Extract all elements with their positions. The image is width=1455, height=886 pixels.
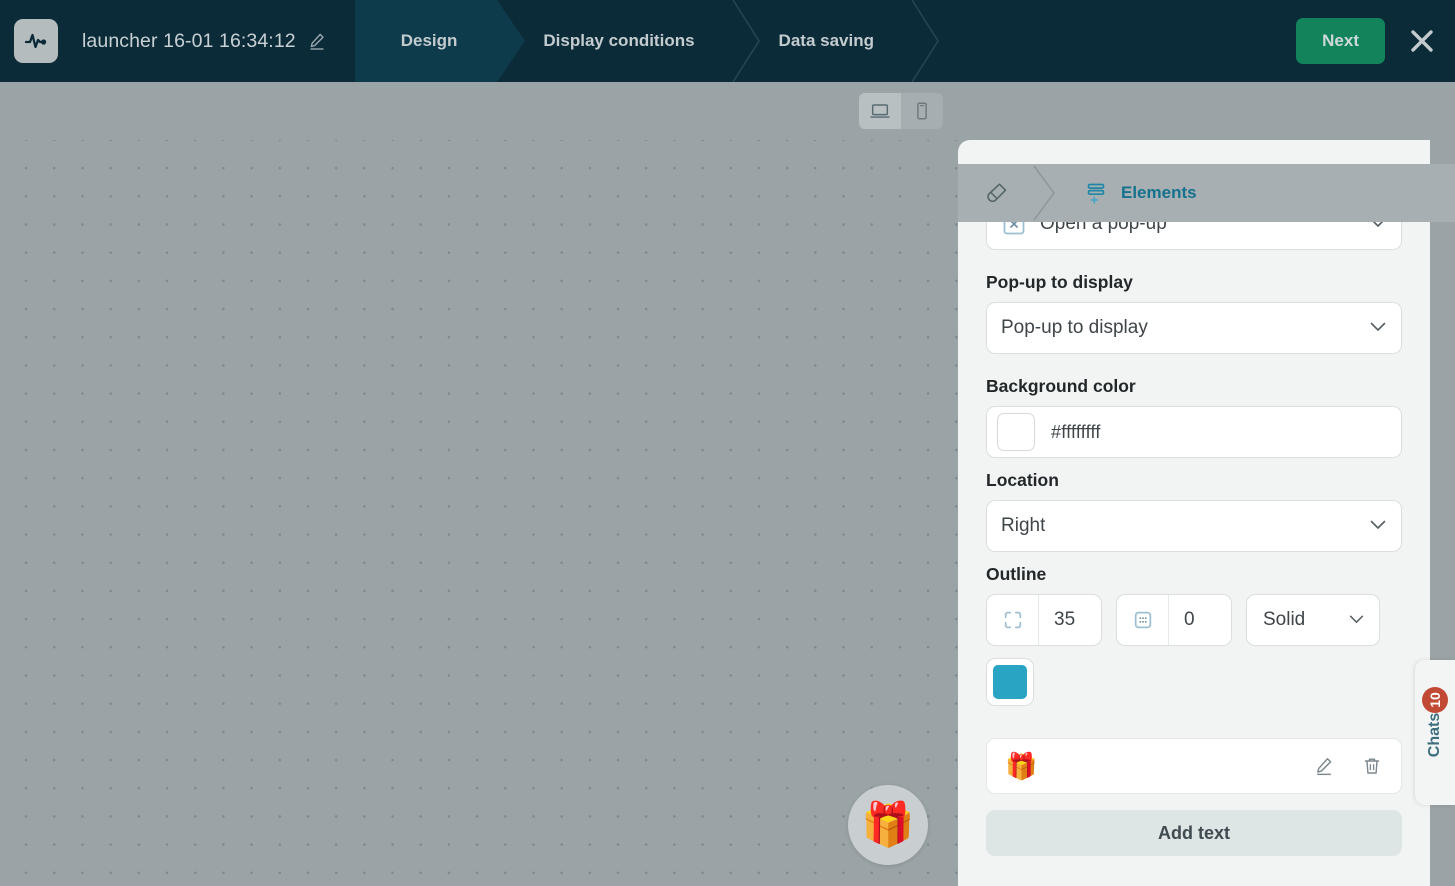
sub-toolbar: Elements [0, 82, 1455, 140]
tab-design-label: Design [401, 31, 458, 51]
delete-item-button[interactable] [1361, 755, 1383, 777]
tab-display-conditions-label: Display conditions [543, 31, 694, 51]
tab-data-saving[interactable]: Data saving [765, 0, 914, 82]
background-color-value[interactable]: #ffffffff [1051, 422, 1101, 443]
outline-width-value[interactable]: 0 [1169, 609, 1231, 631]
pencil-icon [307, 31, 327, 51]
design-canvas[interactable]: 🎁 [0, 140, 958, 886]
top-header: launcher 16-01 16:34:12 Design Display c… [0, 0, 1455, 82]
next-button[interactable]: Next [1296, 18, 1385, 64]
outline-radius-group: 35 [986, 594, 1102, 646]
chats-widget-tab[interactable]: 10 Chats [1415, 660, 1455, 805]
chevron-down-icon [1370, 319, 1386, 337]
tab-style[interactable] [958, 164, 1032, 222]
chats-widget-label: Chats [1426, 713, 1444, 757]
tab-display-conditions[interactable]: Display conditions [497, 0, 734, 82]
chevron-down-icon [1349, 611, 1364, 629]
edit-title-button[interactable] [307, 31, 327, 51]
tab-separator-2 [914, 0, 944, 82]
launcher-preview-button[interactable]: 🎁 [848, 785, 928, 865]
tab-elements[interactable]: Elements [1058, 164, 1219, 222]
brush-icon [984, 180, 1010, 206]
item-actions [1313, 755, 1383, 777]
corner-radius-icon [987, 594, 1039, 646]
location-select[interactable]: Right [986, 500, 1402, 552]
outline-radius-value[interactable]: 35 [1039, 609, 1101, 631]
outline-style-select[interactable]: Solid [1246, 594, 1380, 646]
app-logo [14, 19, 58, 63]
pulse-logo-icon [23, 28, 49, 54]
location-label: Location [986, 470, 1402, 491]
outline-label: Outline [986, 564, 1402, 585]
app-root: launcher 16-01 16:34:12 Design Display c… [0, 0, 1455, 886]
page-title: launcher 16-01 16:34:12 [82, 30, 296, 53]
popup-to-display-label: Pop-up to display [986, 272, 1402, 293]
outline-style-value: Solid [1263, 609, 1305, 631]
chevron-down-icon [1370, 517, 1386, 535]
mobile-view-button[interactable] [901, 93, 943, 129]
tab-separator-1 [735, 0, 765, 82]
popup-to-display-value: Pop-up to display [1001, 317, 1148, 339]
item-emoji: 🎁 [1005, 753, 1037, 779]
layers-add-icon [1084, 181, 1108, 205]
panel-tab-separator [1032, 164, 1058, 222]
desktop-view-button[interactable] [859, 93, 901, 129]
tab-elements-label: Elements [1121, 183, 1197, 203]
list-item: 🎁 [986, 738, 1402, 794]
chats-unread-badge: 10 [1422, 687, 1448, 713]
location-value: Right [1001, 515, 1045, 537]
add-text-button[interactable]: Add text [986, 810, 1402, 856]
popup-to-display-select[interactable]: Pop-up to display [986, 302, 1402, 354]
close-button[interactable] [1407, 26, 1437, 56]
pencil-icon [1313, 755, 1335, 777]
outline-controls: 35 0 [986, 594, 1402, 646]
chats-unread-count: 10 [1427, 692, 1443, 708]
wizard-tabs: Design Display conditions Data saving [355, 0, 944, 82]
header-actions: Next [1296, 18, 1455, 64]
elements-settings-panel: Target action Open a pop-up [958, 140, 1430, 886]
edit-item-button[interactable] [1313, 755, 1335, 777]
device-toggle-group [859, 93, 943, 129]
outline-color-swatch [993, 665, 1027, 699]
border-width-icon [1117, 594, 1169, 646]
outline-width-group: 0 [1116, 594, 1232, 646]
close-icon [1407, 26, 1437, 56]
background-color-field: #ffffffff [986, 406, 1402, 458]
tab-design[interactable]: Design [355, 0, 498, 82]
panel-tab-bar: Elements [958, 164, 1455, 222]
outline-color-picker[interactable] [986, 658, 1034, 706]
background-color-label: Background color [986, 376, 1402, 397]
background-color-swatch[interactable] [997, 413, 1035, 451]
tab-data-saving-label: Data saving [779, 31, 874, 51]
trash-icon [1361, 755, 1383, 777]
mobile-icon [911, 100, 933, 122]
desktop-icon [869, 100, 891, 122]
